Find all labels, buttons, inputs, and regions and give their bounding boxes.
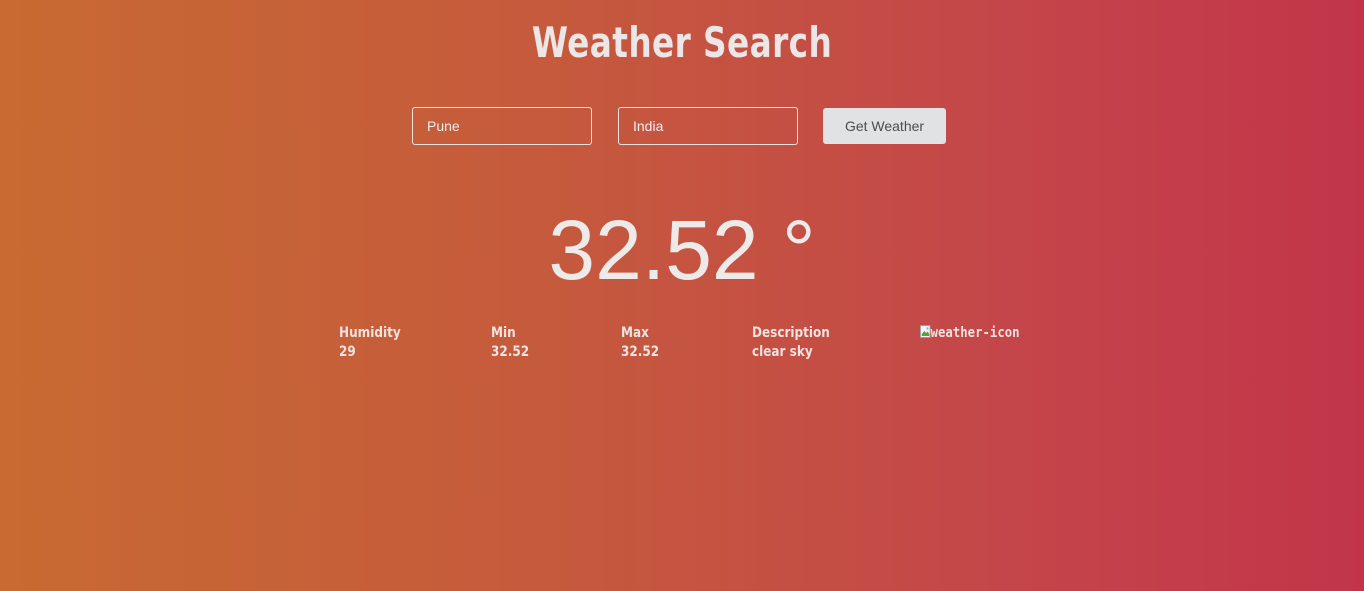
city-input[interactable] [412,107,592,145]
broken-image-icon [920,325,931,338]
get-weather-button[interactable]: Get Weather [823,108,946,144]
temperature-display: 32.52 ° [548,203,816,297]
min-temp-stat: Min 32.52 [491,324,529,362]
weather-icon-alt-text: weather-icon [930,325,1020,341]
max-temp-label: Max [621,325,649,341]
max-temp-stat: Max 32.52 [621,324,659,362]
description-label: Description [752,325,830,341]
weather-icon-container: weather-icon [920,324,1020,343]
description-value: clear sky [752,344,813,360]
humidity-value: 29 [339,344,356,360]
description-stat: Description clear sky [752,324,830,362]
min-temp-value: 32.52 [491,344,530,360]
humidity-label: Humidity [339,325,401,341]
max-temp-value: 32.52 [621,344,660,360]
page-title: Weather Search [531,18,833,67]
humidity-stat: Humidity 29 [339,324,401,362]
country-input[interactable] [618,107,798,145]
min-temp-label: Min [491,325,516,341]
